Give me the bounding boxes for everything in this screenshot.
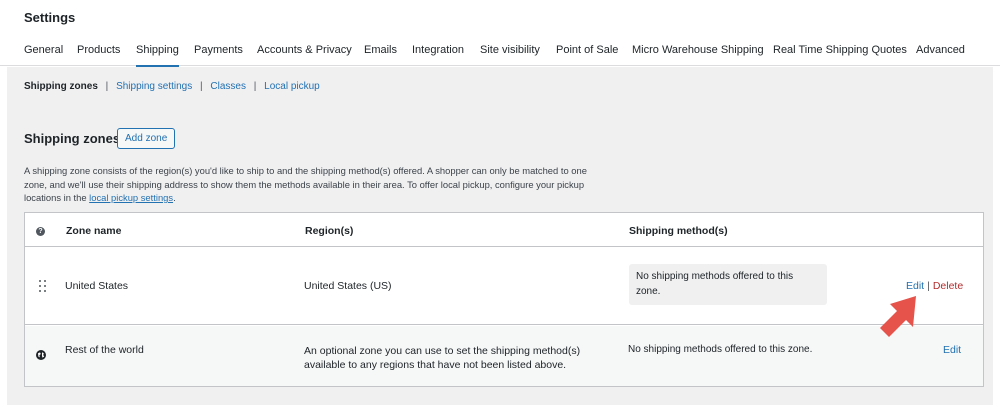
- table-header: ? Zone name Region(s) Shipping method(s): [25, 213, 983, 247]
- tab-products[interactable]: Products: [77, 44, 120, 66]
- help-circle-icon[interactable]: ?: [36, 227, 45, 236]
- tab-emails[interactable]: Emails: [364, 44, 397, 66]
- table-row: United States United States (US) No ship…: [25, 248, 983, 325]
- tab-integration[interactable]: Integration: [412, 44, 464, 66]
- header-regions: Region(s): [305, 225, 354, 237]
- subnav-local-pickup[interactable]: Local pickup: [264, 81, 320, 92]
- tab-accounts-privacy[interactable]: Accounts & Privacy: [257, 44, 352, 66]
- page-title: Settings: [24, 10, 76, 25]
- zone-methods: No shipping methods offered to this zone…: [629, 264, 827, 305]
- zone-methods: No shipping methods offered to this zone…: [628, 344, 813, 355]
- tab-payments[interactable]: Payments: [194, 44, 243, 66]
- subnav-shipping-settings[interactable]: Shipping settings: [116, 81, 192, 92]
- shipping-subnav: Shipping zones | Shipping settings | Cla…: [24, 81, 320, 92]
- subnav-separator: |: [200, 81, 203, 92]
- zone-region: An optional zone you can use to set the …: [304, 345, 581, 371]
- header-shipping-methods: Shipping method(s): [629, 225, 728, 237]
- tab-micro-warehouse-shipping[interactable]: Micro Warehouse Shipping: [632, 44, 764, 66]
- delete-zone-link[interactable]: Delete: [933, 280, 963, 292]
- actions-separator: |: [927, 280, 930, 292]
- tab-general[interactable]: General: [24, 44, 63, 66]
- settings-tabs: General Products Shipping Payments Accou…: [0, 40, 1000, 67]
- tab-shipping[interactable]: Shipping: [136, 44, 179, 67]
- pointer-arrow-icon: [880, 296, 916, 337]
- zone-region: United States (US): [304, 280, 392, 292]
- tab-point-of-sale[interactable]: Point of Sale: [556, 44, 618, 66]
- header-zone-name: Zone name: [66, 225, 122, 237]
- globe-icon: [36, 350, 46, 360]
- drag-handle-icon[interactable]: [39, 280, 47, 292]
- table-row: Rest of the world An optional zone you c…: [25, 326, 983, 386]
- zone-name: United States: [65, 280, 129, 292]
- subnav-shipping-zones: Shipping zones: [24, 81, 98, 92]
- section-description: A shipping zone consists of the region(s…: [24, 164, 594, 205]
- shipping-content-panel: Shipping zones | Shipping settings | Cla…: [7, 67, 993, 405]
- subnav-classes[interactable]: Classes: [210, 81, 246, 92]
- subnav-separator: |: [105, 81, 109, 92]
- tab-advanced[interactable]: Advanced: [916, 44, 965, 66]
- shipping-zones-table: ? Zone name Region(s) Shipping method(s)…: [24, 212, 984, 387]
- local-pickup-settings-link[interactable]: local pickup settings: [89, 192, 173, 203]
- edit-zone-link[interactable]: Edit: [943, 344, 961, 356]
- tab-site-visibility[interactable]: Site visibility: [480, 44, 540, 66]
- description-end: .: [173, 192, 176, 203]
- subnav-separator: |: [253, 81, 257, 92]
- tab-real-time-shipping-quotes[interactable]: Real Time Shipping Quotes: [773, 44, 907, 66]
- add-zone-button[interactable]: Add zone: [117, 128, 176, 149]
- zone-name: Rest of the world: [65, 344, 144, 356]
- section-title: Shipping zones: [24, 131, 121, 146]
